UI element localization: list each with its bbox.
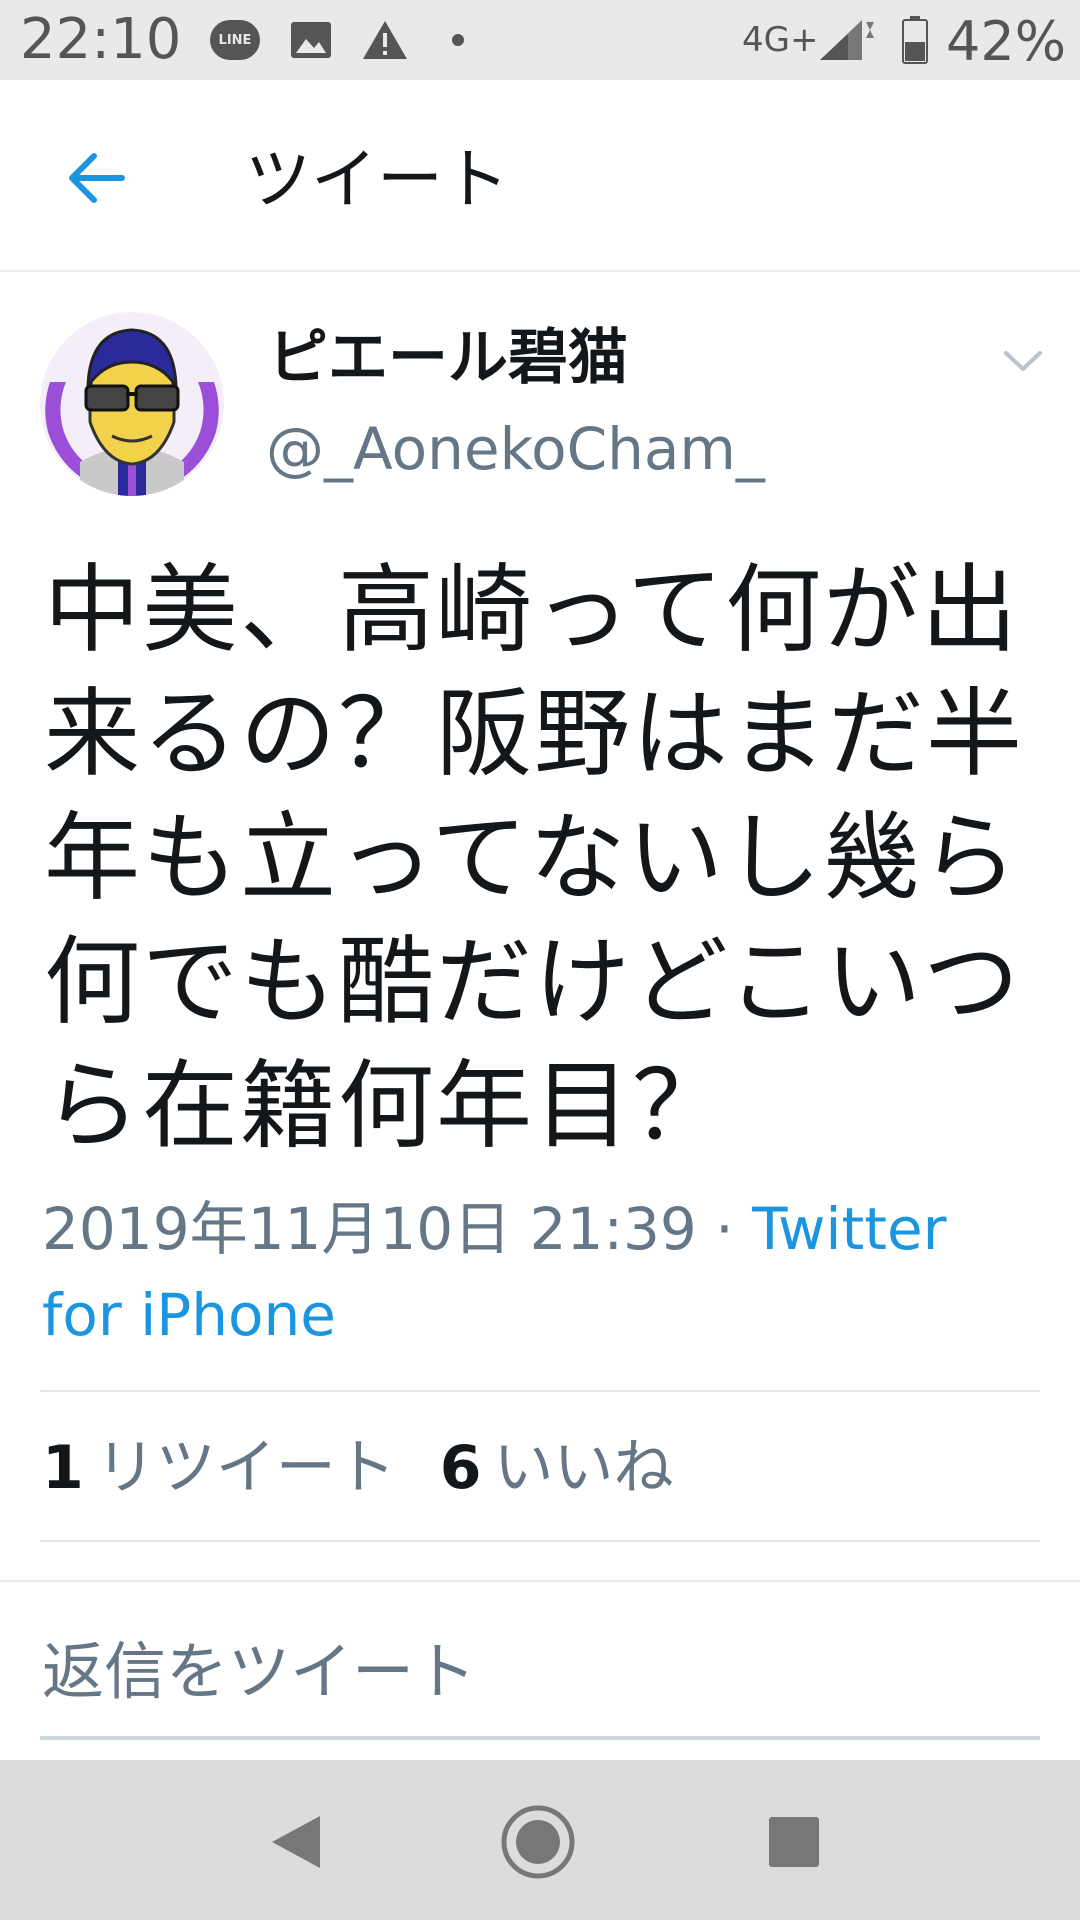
status-time: 22:10 — [20, 7, 182, 72]
tweet-line: 何でも酷だけどこいつ — [44, 926, 1022, 1038]
divider — [40, 1540, 1040, 1542]
line-icon: LINE — [210, 16, 260, 64]
author-name[interactable]: ピエール碧猫 — [268, 322, 628, 394]
meta-separator: · — [715, 1195, 734, 1263]
tweet-line: 来るの？阪野はまだ半 — [44, 678, 1024, 790]
network-label: 4G+ — [742, 20, 819, 60]
retweets-count: 1 — [42, 1433, 84, 1503]
warning-icon — [360, 16, 410, 64]
square-recents-icon — [769, 1817, 819, 1867]
retweets-label: リツイート — [95, 1433, 396, 1503]
likes-stat[interactable]: 6 いいね — [440, 1428, 674, 1508]
reply-input[interactable]: 返信をツイート — [42, 1632, 476, 1712]
line-badge: LINE — [210, 20, 260, 60]
nav-back-button[interactable] — [254, 1800, 338, 1884]
system-nav-bar — [0, 1760, 1080, 1920]
page-title: ツイート — [245, 141, 509, 218]
circle-home-icon — [501, 1805, 575, 1879]
author-handle[interactable]: @_AonekoCham_ — [266, 414, 765, 484]
tweet-client-link[interactable]: Twitter — [752, 1195, 946, 1263]
signal-icon — [818, 16, 874, 64]
app-header: ツイート — [0, 80, 1080, 272]
section-divider — [0, 1580, 1080, 1582]
tweet-meta: 2019年11月10日 21:39 · Twitter for iPhone — [42, 1186, 1032, 1358]
tweet-line: 中美、高崎って何が出 — [44, 554, 1020, 666]
nav-recent-button[interactable] — [752, 1800, 836, 1884]
back-button[interactable] — [56, 138, 136, 218]
divider — [40, 1390, 1040, 1392]
battery-percent: 42% — [946, 10, 1067, 73]
retweets-stat[interactable]: 1 リツイート — [42, 1428, 396, 1508]
image-icon — [288, 16, 334, 64]
tweet-line: ら在籍何年目？ — [44, 1050, 730, 1162]
arrow-left-icon — [69, 153, 125, 203]
tweet-line: 年も立ってないし幾ら — [44, 802, 1020, 914]
battery-icon — [900, 16, 930, 64]
dot-icon — [448, 16, 468, 64]
tweet-timestamp[interactable]: 2019年11月10日 21:39 — [42, 1195, 697, 1263]
reply-underline — [40, 1736, 1040, 1740]
status-bar: 22:10 LINE 4G+ 42% — [0, 0, 1080, 80]
chevron-down-icon — [1004, 351, 1042, 371]
likes-label: いいね — [493, 1433, 674, 1503]
nav-home-button[interactable] — [496, 1800, 580, 1884]
tweet-text: 中美、高崎って何が出 来るの？阪野はまだ半 年も立ってないし幾ら 何でも酷だけど… — [44, 548, 1044, 1168]
tweet-stats: 1 リツイート 6 いいね — [42, 1428, 674, 1508]
tweet-client-link-cont[interactable]: for iPhone — [42, 1281, 336, 1349]
triangle-back-icon — [272, 1816, 320, 1868]
likes-count: 6 — [439, 1433, 482, 1503]
avatar[interactable] — [40, 312, 224, 496]
more-options-button[interactable] — [1000, 338, 1046, 384]
